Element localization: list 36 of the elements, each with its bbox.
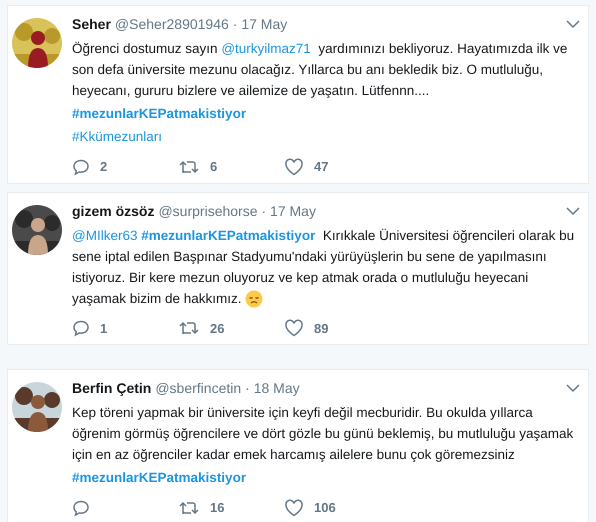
like-count: 106 — [314, 499, 336, 517]
reply-icon[interactable] — [72, 158, 90, 176]
tweet-text: @MIlker63 #mezunlarKEPatmakistiyor Kırıkkale Üniversitesi öğrencileri olarak bu sene iptal edilen Başpınar Stadyumu'ndaki yürüyüşlerin bu sene de yapılmasını istiyoruz. Bir kere mezun oluyoruz ve kep atmak orada o mutluluğu heyecani yaşamak bizim de hakkımız. — [72, 224, 580, 308]
chevron-icon[interactable] — [566, 206, 580, 216]
tweet-text: Öğrenci dostumuz sayın @turkyilmaz71 yardımınızı bekliyoruz. Hayatımızda ilk ve son defa üniversite mezunu olacağız. Yıllarca bu anı bekledik biz. O mutluluğu, heyecanı, gururu bizlere ve ailemize de yaşatın. Lütfennn.... — [72, 40, 568, 100]
reply-count: 1 — [100, 320, 108, 338]
tweet-time[interactable]: · 17 May — [232, 14, 288, 35]
chevron-icon[interactable] — [566, 20, 580, 29]
link[interactable]: #mezunlarKEPatmakistiyor — [141, 228, 316, 242]
retweet-count: 6 — [210, 158, 218, 176]
user-handle[interactable]: @Seher28901946 — [114, 14, 229, 35]
heart-icon[interactable] — [284, 319, 304, 338]
chevron-icon[interactable] — [566, 384, 580, 393]
link[interactable]: @turkyilmaz71 — [221, 41, 311, 56]
retweet-count: 16 — [210, 499, 224, 517]
link[interactable]: #mezunlarKEPatmakistiyor — [72, 103, 246, 124]
heart-icon[interactable] — [284, 498, 304, 517]
user-name[interactable]: Seher — [72, 14, 111, 35]
user-handle[interactable]: @sberfincetin — [155, 378, 242, 399]
tweet-text: Kep töreni yapmak bir üniversite için keyfi değil mecburidir. Bu okulda yıllarca öğrenim görmüş öğrencilere ve dört gözle bu günü beklemiş, bu mutluluğu yaşamak için en az öğrenciler kadar emek harcamış ailelere bunu çok göremezsiniz — [72, 404, 574, 464]
link[interactable]: #Kkümezunları — [72, 126, 162, 147]
like-count: 47 — [314, 158, 328, 176]
tweet-time[interactable]: · 18 May — [245, 378, 300, 399]
reply-count: 2 — [100, 158, 108, 176]
user-handle[interactable]: @surprisehorse — [158, 200, 258, 222]
link[interactable]: @MIlker63 — [72, 228, 138, 242]
user-name[interactable]: Berfin Çetin — [72, 378, 152, 399]
link[interactable]: #mezunlarKEPatmakistiyor — [72, 467, 246, 488]
heart-icon[interactable] — [284, 158, 304, 176]
retweet-count: 26 — [210, 320, 224, 338]
like-count: 89 — [314, 320, 328, 338]
user-name[interactable]: gizem özsöz — [72, 200, 154, 222]
reply-icon[interactable] — [72, 498, 90, 517]
reply-icon[interactable] — [72, 319, 90, 338]
sad-face-icon — [245, 290, 264, 308]
tweet-time[interactable]: · 17 May — [262, 200, 316, 222]
